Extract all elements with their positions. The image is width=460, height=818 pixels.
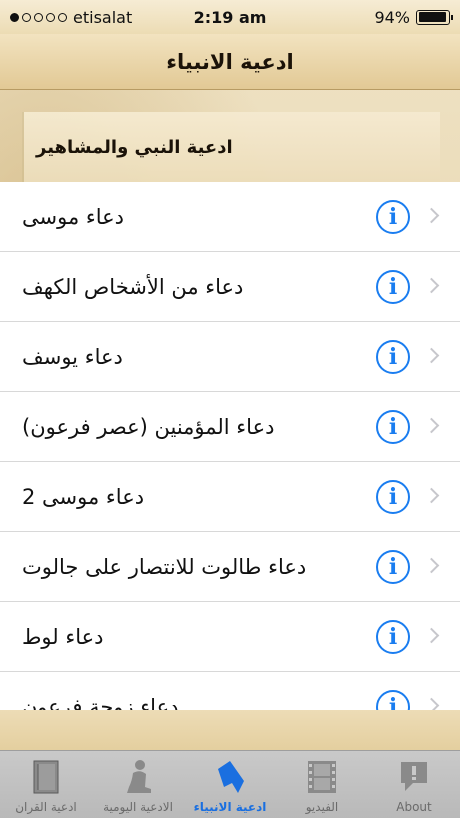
- tab-speech-bubble[interactable]: About: [368, 751, 460, 818]
- info-icon[interactable]: i: [376, 620, 410, 654]
- info-icon[interactable]: i: [376, 200, 410, 234]
- tab-bookmark[interactable]: ادعية الانبياء: [184, 751, 276, 818]
- list-item[interactable]: دعاء من الأشخاص الكهف i: [0, 252, 460, 322]
- list-item[interactable]: دعاء المؤمنين (عصر فرعون) i: [0, 392, 460, 462]
- dua-list: دعاء موسى i دعاء من الأشخاص الكهف i دعاء يوس…: [0, 182, 460, 710]
- battery-fill: [418, 12, 446, 22]
- list-item[interactable]: دعاء موسى i: [0, 182, 460, 252]
- signal-strength-icon: [10, 12, 67, 22]
- tab-book[interactable]: ادعية القران: [0, 751, 92, 818]
- praying-person-icon: [120, 758, 156, 796]
- film-icon: [304, 758, 340, 796]
- tab-label: About: [396, 800, 432, 814]
- page-title: ادعية الانبياء: [166, 49, 294, 74]
- tab-film[interactable]: الفيديو: [276, 751, 368, 818]
- info-icon[interactable]: i: [376, 480, 410, 514]
- info-icon[interactable]: i: [376, 690, 410, 710]
- list-item[interactable]: دعاء موسى 2i: [0, 462, 460, 532]
- list-item[interactable]: دعاء يوسف i: [0, 322, 460, 392]
- bookmark-icon: [212, 758, 248, 796]
- navigation-bar: ادعية الانبياء: [0, 34, 460, 90]
- list-item[interactable]: دعاء لوط i: [0, 602, 460, 672]
- list-item[interactable]: دعاء طالوت للانتصار على جالوت i: [0, 532, 460, 602]
- tab-label: ادعية القران: [15, 800, 77, 814]
- parchment-footer: [0, 710, 460, 750]
- section-title: ادعية النبي والمشاهير: [36, 136, 233, 158]
- battery-percent: 94%: [374, 7, 410, 27]
- list-item[interactable]: دعاء زوجة فرعون i: [0, 672, 460, 710]
- tab-label: ادعية الانبياء: [193, 800, 267, 814]
- info-icon[interactable]: i: [376, 270, 410, 304]
- status-bar: etisalat 2:19 am 94%: [0, 0, 460, 34]
- status-left: etisalat: [10, 8, 132, 27]
- status-right: 94%: [374, 7, 453, 27]
- battery-icon: [416, 9, 453, 25]
- tab-bar: ادعية القران الادعية اليومية ادعية الانبيا…: [0, 750, 460, 818]
- info-icon[interactable]: i: [376, 340, 410, 374]
- section-header: ادعية النبي والمشاهير: [22, 112, 440, 182]
- book-icon: [28, 758, 64, 796]
- info-icon[interactable]: i: [376, 410, 410, 444]
- tab-label: الادعية اليومية: [103, 800, 173, 814]
- carrier-name: etisalat: [73, 7, 133, 27]
- info-icon[interactable]: i: [376, 550, 410, 584]
- tab-label: الفيديو: [305, 800, 339, 814]
- speech-bubble-icon: [396, 758, 432, 796]
- tab-praying-person[interactable]: الادعية اليومية: [92, 751, 184, 818]
